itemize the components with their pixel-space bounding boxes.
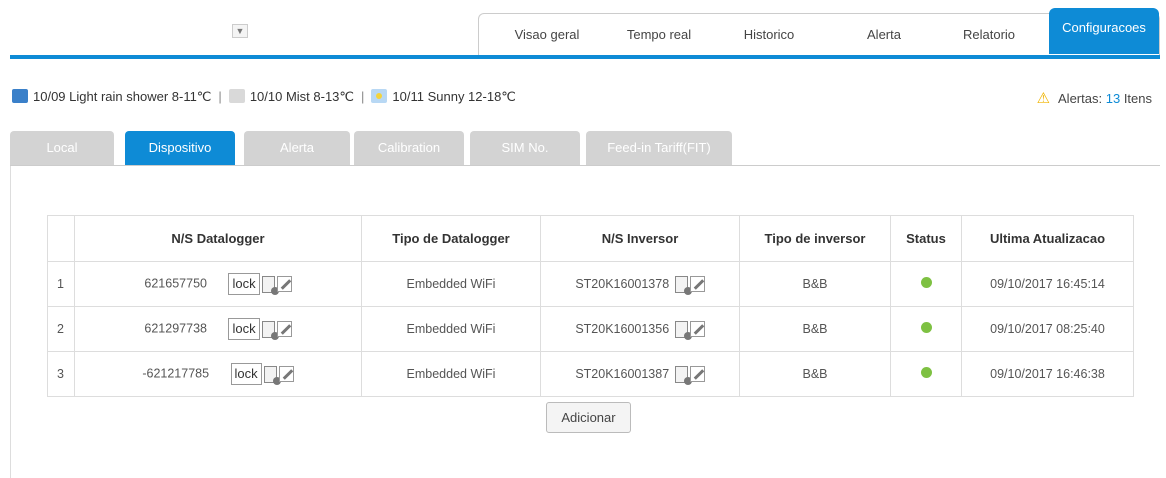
last-update: 09/10/2017 16:46:38 (961, 351, 1134, 397)
main-tab-bar: Visao geral Tempo real Historico Alerta … (478, 8, 1160, 56)
delete-icon[interactable] (261, 320, 279, 340)
inverter-type: B&B (739, 306, 891, 352)
inverter-cell: ST20K16001387 (540, 351, 740, 397)
add-button[interactable]: Adicionar (546, 402, 631, 433)
datalogger-sn: 621657750 (144, 276, 207, 291)
subtab-calibration[interactable]: Calibration (354, 131, 464, 165)
tab-relatorio[interactable]: Relatorio (939, 14, 1039, 56)
tab-tempo-real[interactable]: Tempo real (609, 14, 709, 56)
table-row: 2 621297738 lock Embedded WiFi ST20K1600… (47, 306, 1134, 352)
datalogger-sn: -621217785 (142, 366, 210, 381)
table-row: 3 -621217785 lock Embedded WiFi ST20K160… (47, 351, 1134, 397)
status-cell (890, 306, 962, 352)
col-header-last-update: Ultima Atualizacao (961, 215, 1134, 262)
inverter-cell: ST20K16001356 (540, 306, 740, 352)
delete-icon[interactable] (261, 275, 279, 295)
lock-button[interactable]: lock (230, 363, 262, 385)
col-header-status: Status (890, 215, 962, 262)
weather-separator: | (218, 89, 222, 104)
tab-configuracoes[interactable]: Configuracoes (1049, 8, 1159, 54)
tab-alerta[interactable]: Alerta (834, 14, 934, 56)
status-ok-icon (920, 322, 932, 333)
col-header-datalogger-sn: N/S Datalogger (74, 215, 362, 262)
edit-icon[interactable] (278, 366, 294, 382)
datalogger-type: Embedded WiFi (361, 351, 541, 397)
row-index: 3 (47, 351, 75, 397)
lock-button[interactable]: lock (228, 273, 260, 295)
weather-bar: 10/09 Light rain shower 8-11℃ | 10/10 Mist… (12, 89, 1162, 109)
col-header-inverter-type: Tipo de inversor (739, 215, 891, 262)
table-header-row: N/S Datalogger Tipo de Datalogger N/S In… (47, 215, 1134, 262)
row-index: 2 (47, 306, 75, 352)
lock-button[interactable]: lock (228, 318, 260, 340)
device-table: N/S Datalogger Tipo de Datalogger N/S In… (47, 215, 1134, 397)
weather-day-2: 10/10 Mist 8-13℃ (249, 89, 355, 104)
inverter-sn: ST20K16001378 (575, 276, 670, 291)
edit-icon[interactable] (276, 321, 292, 337)
edit-icon[interactable] (689, 366, 705, 382)
edit-icon[interactable] (689, 276, 705, 292)
inverter-type: B&B (739, 351, 891, 397)
subtab-alerta[interactable]: Alerta (244, 131, 350, 165)
datalogger-cell: 621297738 lock (74, 306, 362, 352)
weather-day-1: 10/09 Light rain shower 8-11℃ (33, 89, 212, 104)
subtab-local[interactable]: Local (10, 131, 114, 165)
last-update: 09/10/2017 16:45:14 (961, 261, 1134, 307)
collapse-arrow-icon[interactable]: ▼ (232, 24, 248, 38)
inverter-cell: ST20K16001378 (540, 261, 740, 307)
datalogger-sn: 621297738 (144, 321, 207, 336)
alerts-count[interactable]: 13 (1106, 91, 1120, 106)
delete-icon[interactable] (674, 320, 692, 340)
settings-tab-bar: Local Dispositivo Alerta Calibration SIM… (10, 131, 1160, 165)
row-index: 1 (47, 261, 75, 307)
inverter-type: B&B (739, 261, 891, 307)
delete-icon[interactable] (674, 365, 692, 385)
warning-icon: ⚠ (1036, 90, 1051, 107)
delete-icon[interactable] (674, 275, 692, 295)
status-cell (890, 261, 962, 307)
mist-icon (228, 89, 245, 103)
datalogger-type: Embedded WiFi (361, 306, 541, 352)
subtab-underline (10, 165, 1160, 166)
delete-icon[interactable] (263, 365, 281, 385)
datalogger-cell: 621657750 lock (74, 261, 362, 307)
status-ok-icon (920, 277, 932, 288)
subtab-dispositivo[interactable]: Dispositivo (125, 131, 235, 165)
datalogger-cell: -621217785 lock (74, 351, 362, 397)
inverter-sn: ST20K16001387 (575, 366, 670, 381)
inverter-sn: ST20K16001356 (575, 321, 670, 336)
weather-day-3: 10/11 Sunny 12-18℃ (392, 89, 516, 104)
table-row: 1 621657750 lock Embedded WiFi ST20K1600… (47, 261, 1134, 307)
col-header-inverter-sn: N/S Inversor (540, 215, 740, 262)
subtab-feed-in-tariff[interactable]: Feed-in Tariff(FIT) (586, 131, 732, 165)
weather-separator: | (361, 89, 365, 104)
status-ok-icon (920, 367, 932, 378)
status-cell (890, 351, 962, 397)
nav-underline (10, 55, 1160, 59)
edit-icon[interactable] (689, 321, 705, 337)
tab-historico[interactable]: Historico (719, 14, 819, 56)
panel-border (10, 166, 11, 478)
top-navigation: ▼ Visao geral Tempo real Historico Alert… (0, 0, 1166, 59)
datalogger-type: Embedded WiFi (361, 261, 541, 307)
cloud-rain-icon (12, 89, 28, 103)
alerts-suffix: Itens (1123, 91, 1152, 106)
col-header-index (47, 215, 75, 262)
subtab-sim-no[interactable]: SIM No. (470, 131, 580, 165)
edit-icon[interactable] (276, 276, 292, 292)
col-header-datalogger-type: Tipo de Datalogger (361, 215, 541, 262)
tab-visao-geral[interactable]: Visao geral (497, 14, 597, 56)
last-update: 09/10/2017 08:25:40 (961, 306, 1134, 352)
alerts-summary[interactable]: ⚠ Alertas: 13 Itens (1037, 89, 1152, 107)
alerts-label: Alertas: (1058, 91, 1103, 106)
sunny-icon (371, 89, 388, 103)
